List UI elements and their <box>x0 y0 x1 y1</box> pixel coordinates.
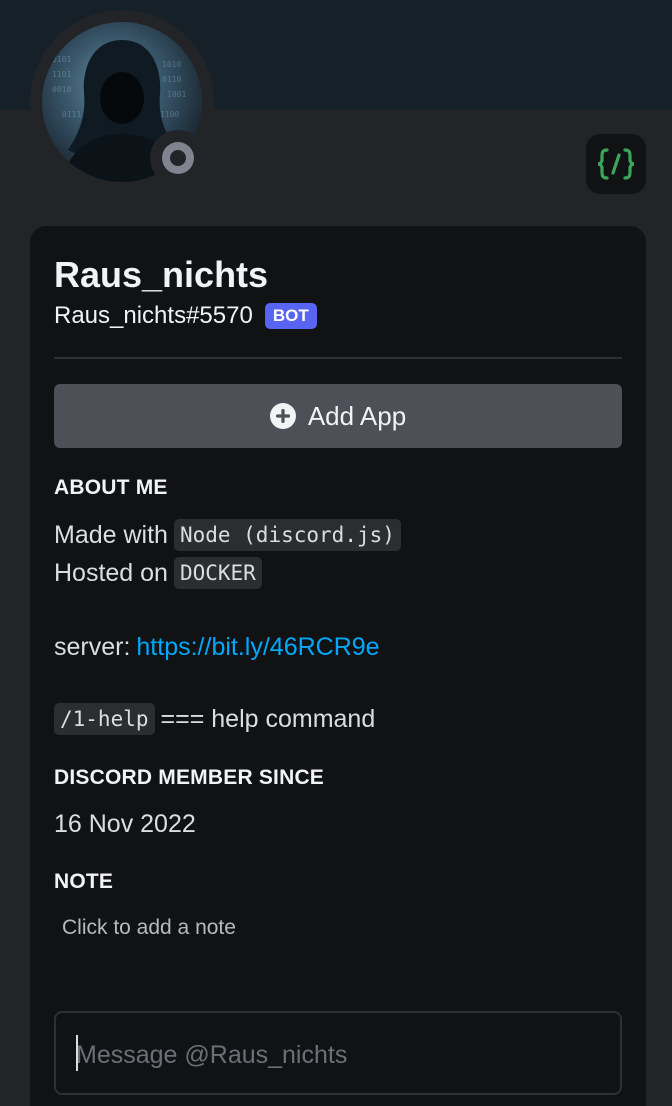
about-text: Made with <box>54 520 168 549</box>
bot-tag: BOT <box>264 303 317 329</box>
about-text: === help command <box>160 704 376 733</box>
svg-text:1100: 1100 <box>160 110 179 119</box>
server-label: server: <box>54 632 131 661</box>
member-since-heading: DISCORD MEMBER SINCE <box>54 766 325 789</box>
about-line-hosted-on: Hosted on DOCKER <box>54 555 268 591</box>
add-app-label: Add App <box>307 400 407 431</box>
svg-text:0110: 0110 <box>162 75 181 84</box>
username-row: Raus_nichts#5570 BOT <box>54 300 317 332</box>
about-line-server: server: https://bit.ly/46RCR9e <box>54 629 380 665</box>
svg-text:0111: 0111 <box>62 110 81 119</box>
inline-code: /1-help <box>54 703 155 735</box>
about-line-made-with: Made with Node (discord.js) <box>54 517 407 553</box>
inline-code: DOCKER <box>173 557 262 589</box>
divider <box>54 357 622 359</box>
note-heading: NOTE <box>54 870 114 893</box>
display-name: Raus_nichts <box>54 254 269 295</box>
svg-text:0101: 0101 <box>52 55 71 64</box>
about-line-help: /1-help === help command <box>54 701 375 737</box>
svg-text:1101: 1101 <box>52 70 71 79</box>
slash-commands-badge[interactable] <box>586 134 646 194</box>
note-input[interactable]: Click to add a note <box>62 916 236 940</box>
username: Raus_nichts#5570 <box>54 302 253 329</box>
member-since-date: 16 Nov 2022 <box>54 809 196 838</box>
offline-status-icon <box>162 142 194 174</box>
inline-code: Node (discord.js) <box>173 519 401 551</box>
message-input[interactable] <box>76 1035 596 1075</box>
about-me-heading: ABOUT ME <box>54 476 168 499</box>
slash-commands-icon <box>597 148 635 180</box>
add-app-button[interactable]: Add App <box>54 384 622 448</box>
text-caret <box>76 1035 78 1071</box>
message-box[interactable] <box>54 1011 622 1095</box>
about-text: Hosted on <box>54 558 168 587</box>
server-link[interactable]: https://bit.ly/46RCR9e <box>136 633 379 662</box>
svg-text:0010: 0010 <box>52 85 71 94</box>
svg-text:1010: 1010 <box>162 60 181 69</box>
svg-text:1001: 1001 <box>167 90 186 99</box>
plus-circle-icon <box>269 403 296 429</box>
